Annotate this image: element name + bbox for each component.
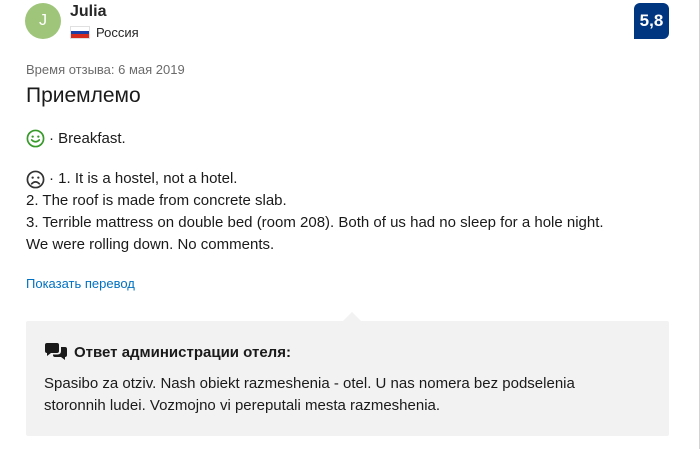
hotel-reply-header: Ответ администрации отеля:	[44, 342, 291, 362]
avatar: J	[25, 3, 61, 39]
positive-text: · Breakfast.	[49, 130, 126, 147]
hotel-reply: Ответ администрации отеля: Spasibo za ot…	[26, 321, 669, 436]
negative-line: 2. The roof is made from concrete slab.	[26, 192, 287, 209]
review-card: J Julia Россия 5,8 Время отзыва: 6 мая 2…	[0, 0, 700, 449]
review-title: Приемлемо	[26, 84, 141, 107]
smiley-happy-icon	[26, 129, 45, 148]
negative-line: · 1. It is a hostel, not a hotel.	[49, 170, 238, 187]
show-translation-link[interactable]: Показать перевод	[26, 276, 135, 291]
hotel-reply-text: Spasibo za otziv. Nash obiekt razmesheni…	[44, 373, 644, 417]
negative-line: 3. Terrible mattress on double bed (room…	[26, 214, 604, 231]
hotel-reply-line: storonnih ludei. Vozmojno vi pereputali …	[44, 397, 441, 414]
reviewer-country: Россия	[70, 25, 139, 40]
hotel-reply-line: Spasibo za otziv. Nash obiekt razmesheni…	[44, 375, 575, 392]
country-name: Россия	[96, 25, 139, 40]
reviewer-name: Julia	[70, 3, 107, 20]
review-negative: · 1. It is a hostel, not a hotel. 2. The…	[26, 168, 604, 256]
hotel-reply-title: Ответ администрации отеля:	[74, 343, 291, 361]
negative-line: We were rolling down. No comments.	[26, 236, 275, 253]
review-score-badge: 5,8	[634, 3, 669, 39]
smiley-sad-icon	[26, 170, 45, 189]
review-positive: · Breakfast.	[26, 129, 126, 148]
russia-flag-icon	[70, 26, 90, 39]
speech-bubbles-icon	[44, 342, 68, 362]
review-date: Время отзыва: 6 мая 2019	[26, 62, 185, 77]
